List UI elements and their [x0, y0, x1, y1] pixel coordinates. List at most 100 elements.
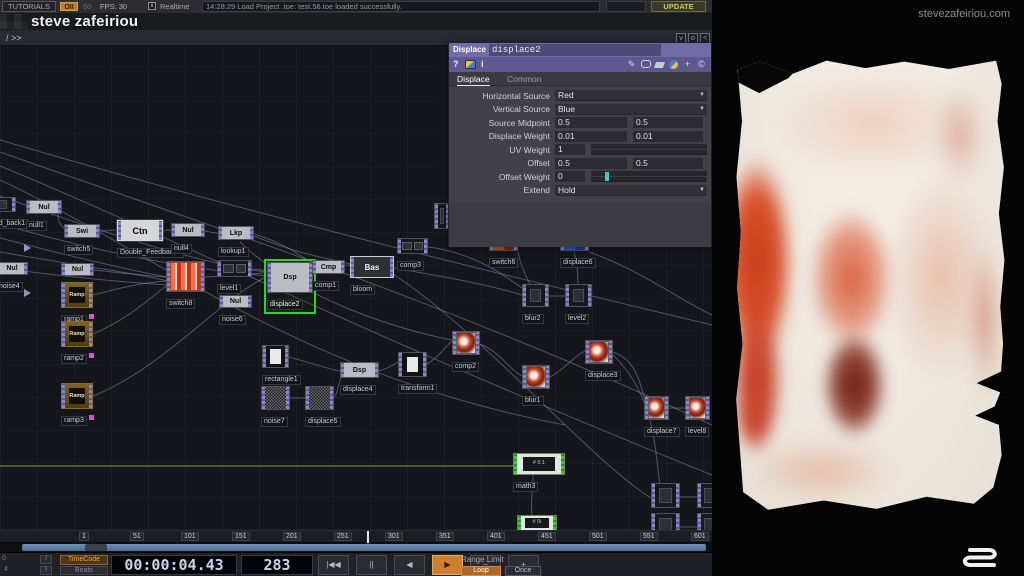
- help-icon[interactable]: ?: [453, 59, 459, 69]
- param-value-2[interactable]: 0.5: [633, 117, 703, 128]
- play-forward-button[interactable]: ▶: [432, 555, 463, 575]
- viewer-flag-badge[interactable]: [89, 415, 94, 420]
- jump-to-start-button[interactable]: |◀◀: [318, 555, 349, 575]
- scrollbar-notch[interactable]: [85, 544, 107, 551]
- node-math3[interactable]: # 0.1math3: [513, 453, 565, 493]
- node-comp1[interactable]: Cmpcomp1: [312, 260, 345, 292]
- comment-icon[interactable]: [641, 60, 651, 68]
- mini-button-top[interactable]: /: [40, 555, 52, 564]
- node-comp3[interactable]: comp3: [397, 238, 428, 272]
- param-value-2[interactable]: 0.5: [633, 158, 703, 169]
- play-reverse-button[interactable]: ◀: [394, 555, 425, 575]
- add-icon[interactable]: +: [682, 59, 693, 70]
- info-icon[interactable]: i: [481, 59, 484, 69]
- viewer-flag-badge[interactable]: [89, 314, 94, 319]
- node-switch5[interactable]: Swiswitch5: [64, 224, 100, 256]
- node-noise7[interactable]: noise7: [261, 386, 290, 428]
- eraser-icon[interactable]: [654, 62, 665, 68]
- param-dropdown[interactable]: Hold▼: [555, 185, 707, 196]
- fps-readout: FPS: 30: [100, 2, 127, 11]
- param-value-1[interactable]: 0.5: [555, 117, 627, 128]
- node-label: comp3: [397, 261, 424, 271]
- node-label: level8: [685, 427, 709, 437]
- node-level1[interactable]: level1: [217, 260, 252, 295]
- node-ramp1[interactable]: Rampramp1: [61, 282, 94, 326]
- node-ramp3[interactable]: Rampramp3: [61, 383, 94, 427]
- param-dropdown[interactable]: Red▼: [555, 90, 707, 101]
- node-label: ramp2: [61, 354, 87, 364]
- timeline-ruler[interactable]: 151101151201251301351401451501551601: [0, 530, 712, 542]
- node-displace7[interactable]: displace7: [644, 396, 680, 438]
- operator-name-field[interactable]: displace2: [489, 44, 661, 56]
- ruler-tick: 1: [79, 532, 89, 541]
- python-icon[interactable]: [669, 60, 678, 69]
- power-toggle[interactable]: OII: [60, 2, 78, 11]
- ruler-tick: 401: [487, 532, 505, 541]
- node-dark[interactable]: [697, 513, 712, 530]
- timecode-mode-button[interactable]: TimeCode: [60, 555, 108, 565]
- node-comp2[interactable]: comp2: [452, 331, 480, 373]
- output-panel: stevezafeiriou.com: [712, 0, 1024, 576]
- node-ramp2[interactable]: Rampramp2: [61, 321, 94, 365]
- beats-mode-button[interactable]: Beats: [60, 566, 108, 575]
- mini-button-bottom[interactable]: I: [40, 566, 52, 575]
- node-rectangle1[interactable]: rectangle1: [262, 345, 301, 386]
- pencil-icon[interactable]: ✎: [626, 59, 637, 70]
- param-value-1[interactable]: 0.01: [555, 131, 627, 142]
- update-button[interactable]: UPDATE: [651, 1, 706, 12]
- node-displace5[interactable]: displace5: [305, 386, 341, 428]
- once-button[interactable]: Once: [505, 566, 541, 576]
- search-field[interactable]: [606, 1, 646, 12]
- pause-button[interactable]: ||: [356, 555, 387, 575]
- node-bloom[interactable]: Basbloom: [350, 256, 394, 296]
- node-label: displace2: [267, 300, 303, 310]
- snapshot-icon[interactable]: [465, 60, 476, 69]
- node-level2[interactable]: level2: [565, 284, 592, 325]
- edge-value-bottom: 4: [4, 566, 8, 573]
- node-label: null1: [26, 221, 47, 231]
- node-displace3[interactable]: displace3: [585, 340, 621, 382]
- node-label: displace5: [305, 417, 341, 427]
- node-displace4[interactable]: Dspdisplace4: [340, 362, 379, 396]
- loop-button[interactable]: Loop: [461, 566, 501, 576]
- scrollbar-thumb[interactable]: [22, 544, 706, 551]
- node-blur2[interactable]: blur2: [522, 284, 549, 325]
- param-value-2[interactable]: 0.01: [633, 131, 703, 142]
- node-label: blur2: [522, 314, 544, 324]
- node-lookup1[interactable]: Lkplookup1: [218, 226, 254, 258]
- tab-tutorials[interactable]: TUTORIALS: [2, 1, 56, 12]
- node-noise4[interactable]: Nulnoise4: [0, 262, 28, 293]
- param-slider-track[interactable]: [591, 144, 707, 155]
- node-switch8[interactable]: switch8: [166, 261, 205, 310]
- range-limit-label: Range Limit: [461, 555, 504, 564]
- node-null4[interactable]: Nulnull4: [171, 223, 205, 255]
- param-slider-track[interactable]: [591, 171, 707, 182]
- dialog-titlebar[interactable]: Displace displace2: [449, 43, 711, 57]
- param-label: Vertical Source: [449, 104, 555, 114]
- node-displace2[interactable]: Dspdisplace2: [264, 259, 316, 314]
- param-label: Extend: [449, 185, 555, 195]
- realtime-checkbox[interactable]: x: [148, 2, 156, 10]
- horizontal-scrollbar[interactable]: [0, 543, 712, 552]
- tab-common[interactable]: Common: [507, 74, 541, 84]
- slider-handle[interactable]: [605, 172, 609, 181]
- node-null1[interactable]: Nulnull1: [26, 200, 62, 232]
- playhead-marker[interactable]: [367, 531, 369, 543]
- node-noise6[interactable]: Nulnoise6: [219, 295, 252, 326]
- param-value-1[interactable]: 0.5: [555, 158, 627, 169]
- checker-pattern: [0, 14, 28, 29]
- node-transform1[interactable]: transform1: [398, 352, 437, 395]
- node-label: null4: [171, 244, 192, 254]
- node-feed_back1[interactable]: feed_back1: [0, 197, 28, 230]
- param-value[interactable]: 0: [555, 171, 585, 182]
- network-path[interactable]: / >>: [6, 33, 22, 43]
- param-dropdown[interactable]: Blue▼: [555, 104, 707, 115]
- viewer-flag-badge[interactable]: [89, 353, 94, 358]
- node-level8[interactable]: level8: [685, 396, 710, 438]
- node-chop[interactable]: # 0i: [517, 515, 557, 530]
- param-value[interactable]: 1: [555, 144, 585, 155]
- node-dark[interactable]: [651, 513, 680, 530]
- ruler-tick: 301: [385, 532, 403, 541]
- copyright-icon[interactable]: ©: [696, 59, 707, 70]
- node-blur1[interactable]: blur1: [522, 365, 550, 407]
